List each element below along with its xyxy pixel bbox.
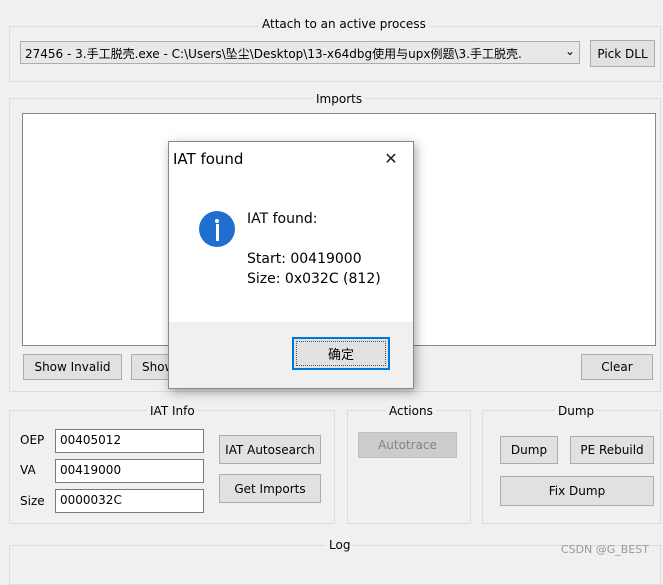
- actions-legend: Actions: [386, 404, 436, 418]
- attach-legend: Attach to an active process: [259, 17, 429, 31]
- process-combobox-value: 27456 - 3.手工脱壳.exe - C:\Users\坠尘\Desktop…: [25, 47, 522, 61]
- pe-rebuild-button[interactable]: PE Rebuild: [570, 436, 654, 464]
- iat-found-dialog: IAT found ✕ IAT found: Start: 00419000 S…: [168, 141, 414, 389]
- fix-dump-button[interactable]: Fix Dump: [500, 476, 654, 506]
- size-label: Size: [20, 494, 45, 508]
- dialog-heading: IAT found:: [247, 211, 318, 227]
- autotrace-button: Autotrace: [358, 432, 457, 458]
- watermark: CSDN @G_BEST: [560, 543, 649, 556]
- clear-button[interactable]: Clear: [581, 354, 653, 380]
- iat-info-legend: IAT Info: [147, 404, 198, 418]
- actions-group: [347, 410, 471, 524]
- process-combobox[interactable]: 27456 - 3.手工脱壳.exe - C:\Users\坠尘\Desktop…: [20, 41, 580, 64]
- get-imports-button[interactable]: Get Imports: [219, 474, 321, 503]
- oep-field[interactable]: 00405012: [55, 429, 204, 453]
- iat-autosearch-button[interactable]: IAT Autosearch: [219, 435, 321, 464]
- log-legend: Log: [326, 538, 354, 552]
- ok-button[interactable]: 确定: [292, 337, 390, 370]
- va-field[interactable]: 00419000: [55, 459, 204, 483]
- size-field[interactable]: 0000032C: [55, 489, 204, 513]
- close-icon[interactable]: ✕: [381, 148, 401, 168]
- show-invalid-button[interactable]: Show Invalid: [23, 354, 122, 380]
- dump-button[interactable]: Dump: [500, 436, 558, 464]
- pick-dll-button[interactable]: Pick DLL: [590, 40, 655, 67]
- dump-legend: Dump: [555, 404, 598, 418]
- dialog-title: IAT found: [173, 150, 244, 168]
- imports-legend: Imports: [313, 92, 366, 106]
- va-label: VA: [20, 463, 36, 477]
- dump-group: [482, 410, 661, 524]
- chevron-down-icon[interactable]: ⌄: [565, 44, 575, 58]
- dialog-start-line: Start: 00419000: [247, 251, 362, 267]
- dialog-size-line: Size: 0x032C (812): [247, 271, 381, 287]
- oep-label: OEP: [20, 433, 45, 447]
- info-icon: [199, 211, 235, 247]
